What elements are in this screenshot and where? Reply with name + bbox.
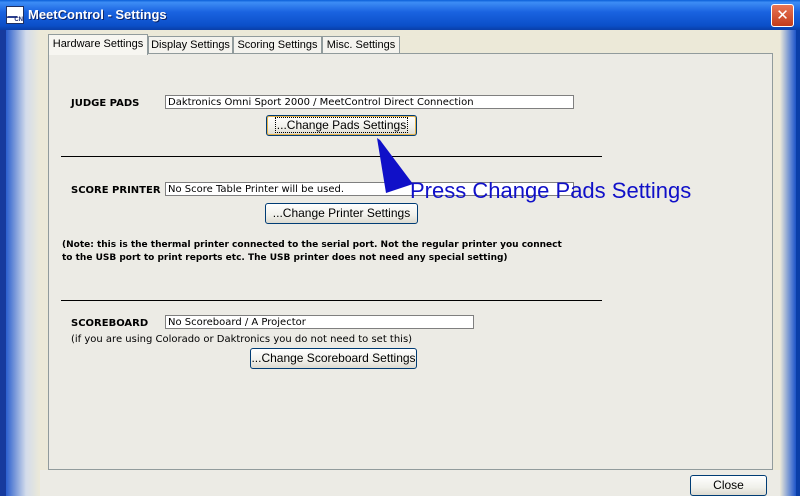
change-pads-settings-label: ...Change Pads Settings — [274, 117, 409, 133]
score-printer-label: SCORE PRINTER — [71, 185, 161, 196]
hardware-settings-panel: JUDGE PADS Daktronics Omni Sport 2000 / … — [48, 53, 773, 470]
scoreboard-label: SCOREBOARD — [71, 318, 149, 329]
note-line-2: to the USB port to print reports etc. Th… — [62, 253, 508, 263]
tab-display-settings[interactable]: Display Settings — [148, 36, 233, 54]
app-icon[interactable]: CN — [6, 6, 24, 24]
right-frame-edge — [796, 30, 800, 496]
close-window-button[interactable]: ✕ — [771, 4, 794, 27]
tab-scoring-settings[interactable]: Scoring Settings — [233, 36, 322, 54]
annotation-text: Press Change Pads Settings — [410, 178, 692, 203]
scoreboard-hint: (if you are using Colorado or Daktronics… — [71, 334, 413, 345]
change-pads-settings-button[interactable]: ...Change Pads Settings — [266, 115, 417, 136]
tab-hardware-settings[interactable]: Hardware Settings — [48, 34, 148, 55]
tab-misc-settings[interactable]: Misc. Settings — [322, 36, 400, 54]
judge-pads-label: JUDGE PADS — [71, 98, 140, 109]
section-divider — [61, 156, 602, 157]
left-frame-edge — [0, 30, 6, 496]
title-bar: CN MeetControl - Settings ✕ — [0, 0, 800, 30]
note-line-1: (Note: this is the thermal printer conne… — [62, 240, 562, 250]
footer-bar — [40, 470, 780, 496]
close-button[interactable]: Close — [690, 475, 767, 496]
window-title: MeetControl - Settings — [28, 7, 167, 22]
scoreboard-field[interactable]: No Scoreboard / A Projector — [165, 315, 474, 329]
judge-pads-field[interactable]: Daktronics Omni Sport 2000 / MeetControl… — [165, 95, 574, 109]
app-icon-text: CN — [14, 17, 23, 23]
change-scoreboard-settings-button[interactable]: ...Change Scoreboard Settings — [250, 348, 417, 369]
section-divider — [61, 300, 602, 301]
change-printer-settings-button[interactable]: ...Change Printer Settings — [265, 203, 418, 224]
left-frame-border — [0, 30, 40, 496]
close-icon: ✕ — [776, 6, 789, 24]
